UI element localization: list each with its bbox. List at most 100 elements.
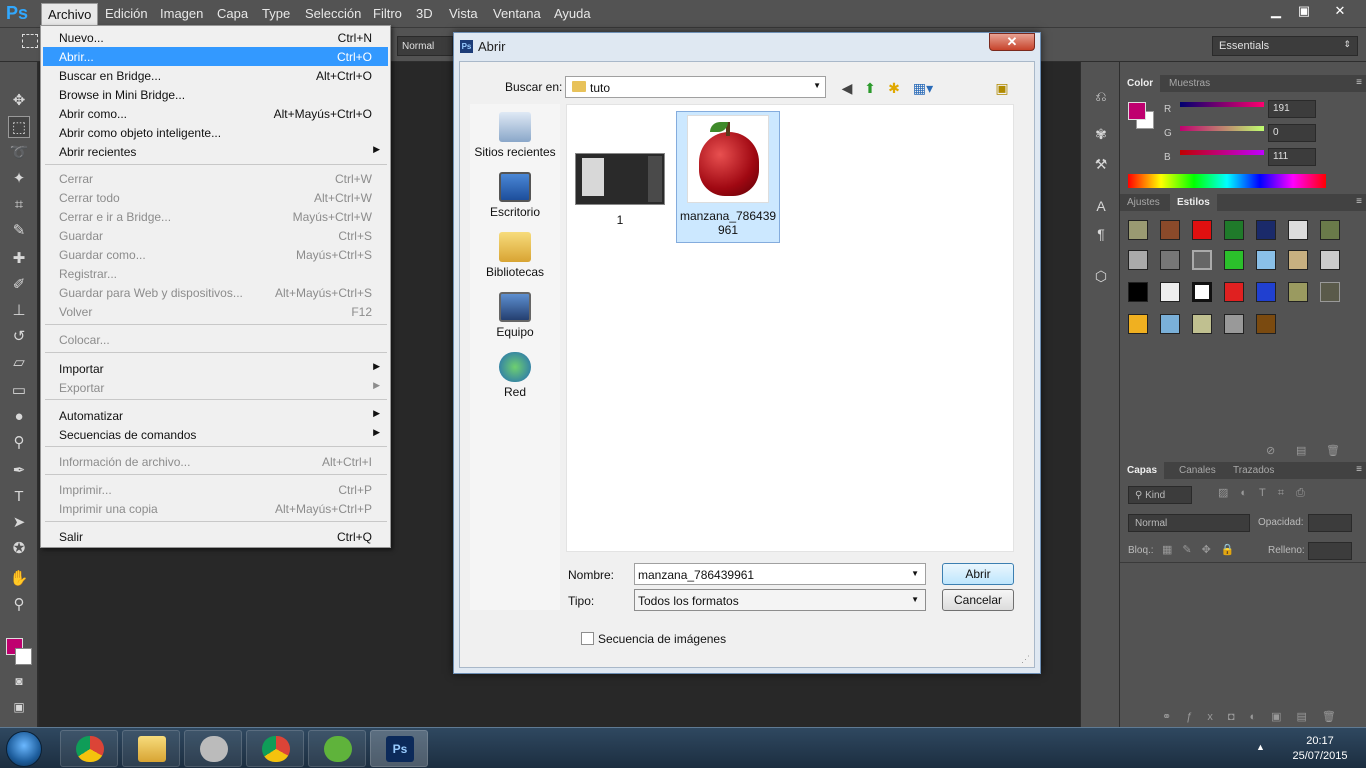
character-panel-icon[interactable]: A	[1091, 198, 1111, 218]
menu-3d[interactable]: 3D	[416, 6, 433, 21]
style-swatch[interactable]	[1288, 220, 1308, 240]
style-swatch[interactable]	[1160, 250, 1180, 270]
move-tool-icon[interactable]: ✥	[8, 90, 30, 112]
taskbar-utorrent[interactable]	[308, 730, 366, 767]
menu-edicion[interactable]: Edición	[105, 6, 148, 21]
tab-ajustes[interactable]: Ajustes	[1120, 194, 1167, 211]
menu-item-salir[interactable]: Salir Ctrl+Q	[43, 527, 388, 546]
view-menu-icon[interactable]: ▦▾	[910, 80, 936, 96]
history-brush-icon[interactable]: ↺	[8, 326, 30, 348]
b-value[interactable]: 111	[1268, 148, 1316, 166]
menu-item-imprimir[interactable]: Imprimir... Ctrl+P	[43, 480, 388, 499]
style-swatch[interactable]	[1224, 314, 1244, 334]
place-escritorio[interactable]: Escritorio	[470, 172, 560, 219]
menu-item-colocar[interactable]: Colocar...	[43, 330, 388, 349]
style-swatch[interactable]	[1160, 282, 1180, 302]
menu-item-cerrar-bridge[interactable]: Cerrar e ir a Bridge... Mayús+Ctrl+W	[43, 207, 388, 226]
magic-wand-icon[interactable]: ✦	[8, 168, 30, 190]
dodge-tool-icon[interactable]: ⚲	[8, 432, 30, 454]
path-selection-icon[interactable]: ➤	[8, 512, 30, 534]
tool-presets-icon[interactable]: ⚒	[1091, 156, 1111, 176]
file-item[interactable]: 1	[575, 153, 665, 227]
maximize-button[interactable]: ▣	[1290, 2, 1318, 20]
menu-item-abrir-recientes[interactable]: Abrir recientes ▶	[43, 142, 388, 161]
marquee-icon[interactable]	[22, 34, 38, 48]
taskbar-explorer[interactable]	[122, 730, 180, 767]
tab-capas[interactable]: Capas	[1120, 462, 1165, 479]
workspace-select[interactable]: Essentials ⇕	[1212, 36, 1358, 56]
type-tool-icon[interactable]: T	[8, 486, 30, 508]
menu-ayuda[interactable]: Ayuda	[554, 6, 591, 21]
menu-item-volver[interactable]: Volver F12	[43, 302, 388, 321]
screen-mode-icon[interactable]: ▣	[8, 696, 30, 718]
style-swatch[interactable]	[1224, 250, 1244, 270]
place-equipo[interactable]: Equipo	[470, 292, 560, 339]
panel-menu-icon[interactable]: ≡	[1356, 196, 1362, 207]
menu-item-imprimir-copia[interactable]: Imprimir una copia Alt+Mayús+Ctrl+P	[43, 499, 388, 518]
menu-item-cerrar-todo[interactable]: Cerrar todo Alt+Ctrl+W	[43, 188, 388, 207]
g-value[interactable]: 0	[1268, 124, 1316, 142]
menu-item-automatizar[interactable]: Automatizar ▶	[43, 406, 388, 425]
blur-tool-icon[interactable]: ●	[8, 406, 30, 428]
menu-item-nuevo[interactable]: Nuevo... Ctrl+N	[43, 28, 388, 47]
shape-tool-icon[interactable]: ✪	[8, 538, 30, 560]
style-swatch[interactable]	[1160, 220, 1180, 240]
style-swatch[interactable]	[1288, 250, 1308, 270]
close-app-button[interactable]: ✕	[1326, 2, 1354, 20]
history-panel-icon[interactable]: ⎌	[1091, 88, 1111, 108]
brush-tool-icon[interactable]: ✐	[8, 274, 30, 296]
r-slider[interactable]	[1180, 102, 1264, 107]
fill-input[interactable]	[1308, 542, 1352, 560]
style-swatch[interactable]	[1320, 220, 1340, 240]
tab-color[interactable]: Color	[1120, 75, 1161, 92]
menu-item-abrir[interactable]: Abrir... Ctrl+O	[43, 47, 388, 66]
menu-ventana[interactable]: Ventana	[493, 6, 541, 21]
menu-item-mini-bridge[interactable]: Browse in Mini Bridge...	[43, 85, 388, 104]
place-red[interactable]: Red	[470, 352, 560, 399]
healing-brush-icon[interactable]: ✚	[8, 248, 30, 270]
style-swatch[interactable]	[1256, 282, 1276, 302]
background-color-swatch[interactable]	[15, 648, 32, 665]
style-swatch[interactable]	[1128, 314, 1148, 334]
layer-kind-filter[interactable]: ⚲ Kind	[1128, 486, 1192, 504]
cancel-button[interactable]: Cancelar	[942, 589, 1014, 611]
style-swatch[interactable]	[1128, 250, 1148, 270]
menu-item-exportar[interactable]: Exportar ▶	[43, 378, 388, 397]
eyedropper-icon[interactable]: ✎	[8, 220, 30, 242]
tab-canales[interactable]: Canales	[1172, 462, 1223, 479]
taskbar-chrome-2[interactable]	[246, 730, 304, 767]
layer-filter-icons[interactable]: ▨◐T⌗⎙	[1218, 486, 1317, 500]
menu-item-registrar[interactable]: Registrar...	[43, 264, 388, 283]
dialog-close-button[interactable]: ✕	[989, 33, 1035, 51]
b-slider[interactable]	[1180, 150, 1264, 155]
style-swatch[interactable]	[1128, 282, 1148, 302]
style-swatch[interactable]	[1192, 314, 1212, 334]
menu-filtro[interactable]: Filtro	[373, 6, 402, 21]
eraser-tool-icon[interactable]: ▱	[8, 352, 30, 374]
g-slider[interactable]	[1180, 126, 1264, 131]
style-swatch[interactable]	[1192, 282, 1212, 302]
system-clock[interactable]: 20:17 25/07/2015	[1280, 734, 1360, 764]
tab-estilos[interactable]: Estilos	[1170, 194, 1217, 211]
new-style-icon[interactable]: ▤	[1296, 444, 1306, 457]
minimize-button[interactable]: ▁	[1262, 2, 1290, 20]
menu-item-importar[interactable]: Importar ▶	[43, 359, 388, 378]
menu-item-informacion[interactable]: Información de archivo... Alt+Ctrl+I	[43, 452, 388, 471]
menu-capa[interactable]: Capa	[217, 6, 248, 21]
taskbar-photoshop[interactable]: Ps	[370, 730, 428, 767]
style-swatch[interactable]	[1160, 314, 1180, 334]
blend-mode-select[interactable]: Normal	[397, 36, 453, 56]
clear-style-icon[interactable]: ⊘	[1266, 444, 1275, 457]
delete-style-icon[interactable]: 🗑	[1326, 444, 1340, 457]
quick-mask-icon[interactable]: ◙	[8, 670, 30, 692]
menu-item-abrir-como[interactable]: Abrir como... Alt+Mayús+Ctrl+O	[43, 104, 388, 123]
style-swatch[interactable]	[1320, 250, 1340, 270]
image-sequence-checkbox[interactable]	[581, 632, 594, 645]
tab-trazados[interactable]: Trazados	[1226, 462, 1281, 479]
r-value[interactable]: 191	[1268, 100, 1316, 118]
zoom-tool-icon[interactable]: ⚲	[8, 594, 30, 616]
tray-arrow-icon[interactable]: ▲	[1256, 742, 1265, 752]
menu-item-buscar-bridge[interactable]: Buscar en Bridge... Alt+Ctrl+O	[43, 66, 388, 85]
menu-item-objeto-inteligente[interactable]: Abrir como objeto inteligente...	[43, 123, 388, 142]
style-swatch[interactable]	[1128, 220, 1148, 240]
